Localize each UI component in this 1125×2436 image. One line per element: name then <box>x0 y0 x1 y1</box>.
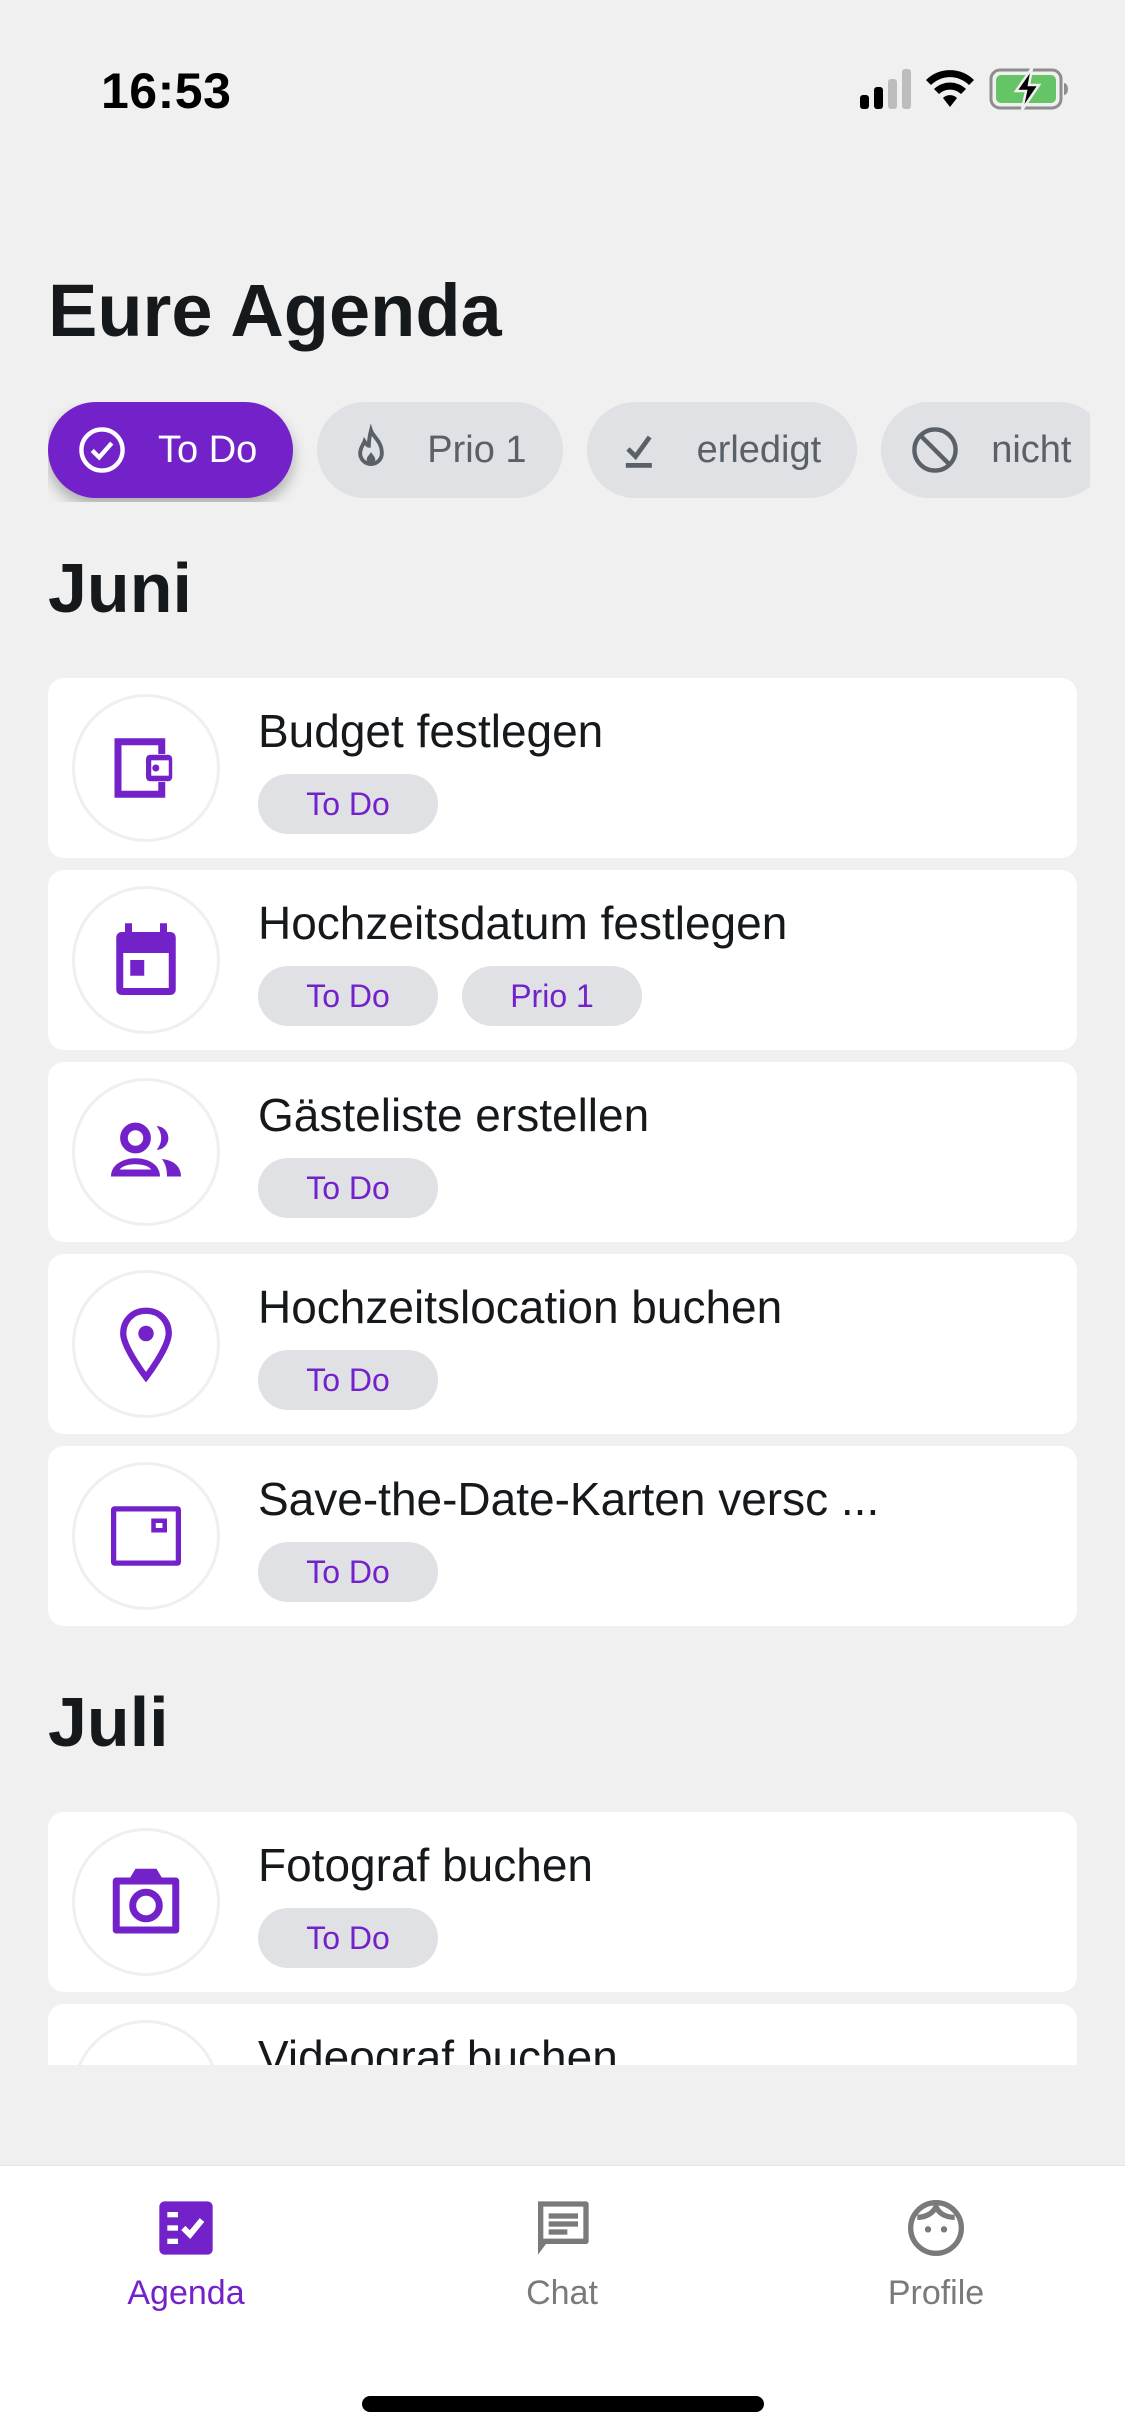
check-circle-icon <box>79 427 125 473</box>
task-title: Gästeliste erstellen <box>258 1089 650 1141</box>
filter-chip-label: To Do <box>158 428 258 471</box>
camera-icon <box>112 1868 180 1934</box>
task-tags: To Do <box>258 1158 438 1218</box>
tab-label: Agenda <box>127 2274 245 2312</box>
people-icon <box>111 1122 181 1177</box>
done-icon <box>625 435 652 468</box>
status-badge: To Do <box>258 1350 438 1410</box>
postcard-icon <box>111 1506 181 1566</box>
tab-profile[interactable]: Profile <box>806 2196 1066 2313</box>
tab-agenda[interactable]: Agenda <box>56 2196 316 2313</box>
task-tags: To Do Prio 1 <box>258 966 642 1026</box>
chat-bubble-icon <box>538 2201 589 2255</box>
task-icon-circle <box>72 694 220 842</box>
task-tags: To Do <box>258 774 438 834</box>
filter-chip-label: Prio 1 <box>427 428 527 471</box>
task-tags: To Do <box>258 1542 438 1602</box>
home-indicator <box>362 2396 764 2412</box>
task-card[interactable]: Budget festlegen To Do <box>48 678 1077 858</box>
status-badge: To Do <box>258 1158 438 1218</box>
status-badge: To Do <box>258 966 438 1026</box>
filter-chips[interactable]: To Do Prio 1 erledigt nicht <box>48 402 1090 502</box>
section-title-juli: Juli <box>48 1683 169 1761</box>
task-icon-circle <box>72 1828 220 1976</box>
tab-chat[interactable]: Chat <box>432 2196 692 2313</box>
task-icon-circle <box>72 886 220 1034</box>
section-title-juni: Juni <box>48 549 192 627</box>
tab-label: Chat <box>526 2274 598 2312</box>
priority-badge: Prio 1 <box>462 966 642 1026</box>
task-title: Videograf buchen <box>258 2031 618 2065</box>
task-icon-circle <box>72 2020 220 2065</box>
filter-chip-erledigt[interactable]: erledigt <box>586 402 858 498</box>
status-badge: To Do <box>258 774 438 834</box>
agenda-checklist-icon <box>159 2201 213 2255</box>
tab-label: Profile <box>887 2274 985 2312</box>
task-icon-circle <box>72 1462 220 1610</box>
filter-chip-nicht[interactable]: nicht <box>881 402 1090 498</box>
task-card[interactable]: Hochzeitslocation buchen To Do <box>48 1254 1077 1434</box>
task-card[interactable]: Save-the-Date-Karten versc ... To Do <box>48 1446 1077 1626</box>
calendar-icon <box>116 923 176 995</box>
location-pin-icon <box>120 1307 172 1383</box>
filter-chip-prio1[interactable]: Prio 1 <box>317 402 563 498</box>
task-tags: To Do <box>258 1908 438 1968</box>
filter-chip-label: erledigt <box>696 428 822 471</box>
flame-icon <box>358 424 385 466</box>
task-title: Budget festlegen <box>258 705 604 757</box>
block-icon <box>912 427 958 473</box>
status-badge: To Do <box>258 1908 438 1968</box>
task-icon-circle <box>72 1270 220 1418</box>
status-badge: To Do <box>258 1542 438 1602</box>
task-card[interactable]: Videograf buchen <box>48 2004 1077 2065</box>
filter-chip-label: nicht <box>991 428 1072 471</box>
task-title: Fotograf buchen <box>258 1839 594 1891</box>
task-title: Save-the-Date-Karten versc ... <box>258 1473 880 1525</box>
page-title: Eure Agenda <box>48 269 502 352</box>
task-title: Hochzeitsdatum festlegen <box>258 897 788 949</box>
task-card[interactable]: Fotograf buchen To Do <box>48 1812 1077 1992</box>
task-tags: To Do <box>258 1350 438 1410</box>
agenda-scroll-area[interactable]: Eure Agenda To Do Prio 1 erledigt nicht … <box>0 0 1125 2065</box>
task-title: Hochzeitslocation buchen <box>258 1281 783 1333</box>
face-icon <box>908 2199 964 2256</box>
task-card[interactable]: Gästeliste erstellen To Do <box>48 1062 1077 1242</box>
filter-chip-todo[interactable]: To Do <box>48 402 294 498</box>
task-icon-circle <box>72 1078 220 1226</box>
wallet-icon <box>114 738 173 798</box>
task-card[interactable]: Hochzeitsdatum festlegen To Do Prio 1 <box>48 870 1077 1050</box>
